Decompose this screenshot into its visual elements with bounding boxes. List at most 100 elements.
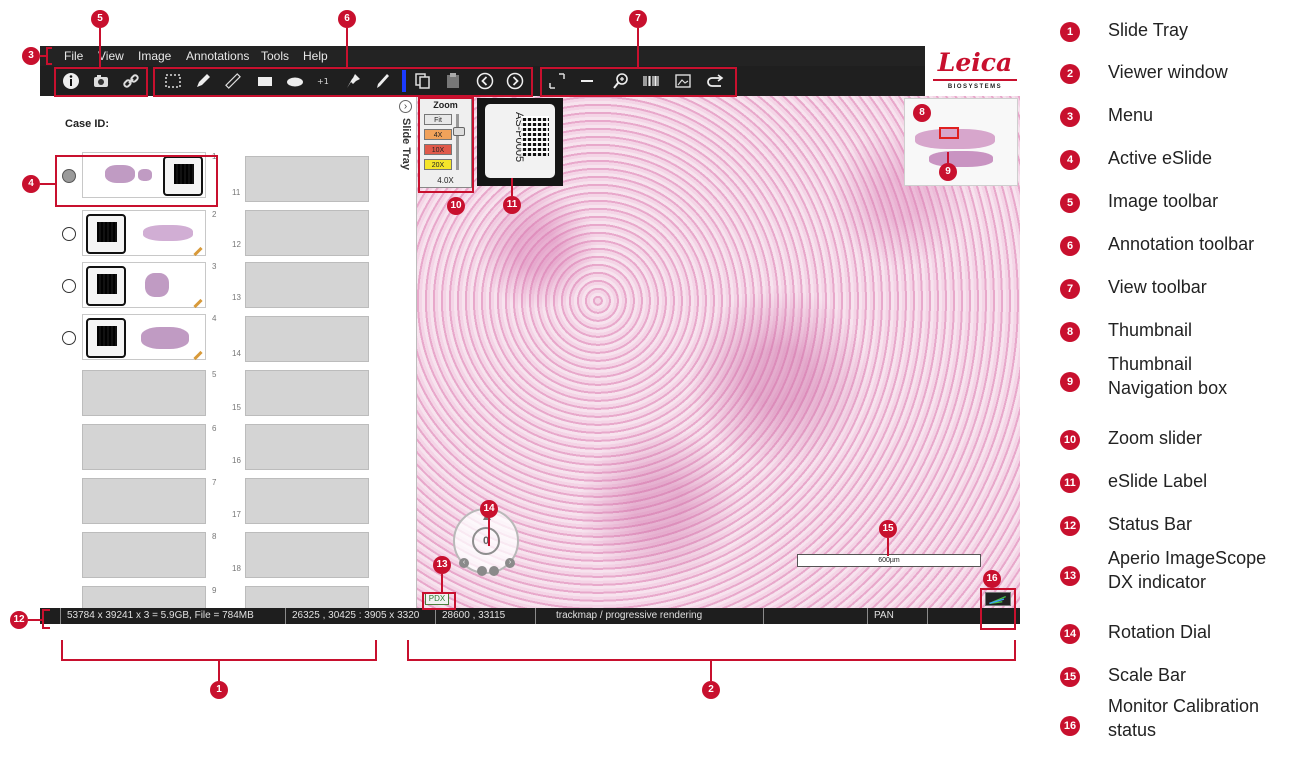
callout-7: 7: [629, 10, 647, 28]
callout-line: [710, 660, 712, 681]
slot-number: 11: [232, 188, 241, 197]
logo-subtitle: BIOSYSTEMS: [947, 84, 1003, 90]
slot-number: 16: [232, 456, 241, 465]
status-tool: PAN: [867, 608, 927, 624]
slide-slot-2[interactable]: [82, 210, 206, 257]
active-eslide-highlight: [55, 155, 218, 207]
empty-slot[interactable]: [82, 586, 206, 608]
callout-line: [99, 28, 101, 67]
callout-13: 13: [433, 556, 451, 574]
status-coordinates: 28600 , 33115: [435, 608, 535, 624]
rotation-dial[interactable]: 0 ‹ ›: [453, 508, 519, 576]
slot-number: 3: [212, 262, 217, 271]
slide-radio-4[interactable]: [62, 331, 76, 345]
empty-slot[interactable]: [82, 424, 206, 470]
slot-number: 12: [232, 240, 241, 249]
callout-4: 4: [22, 175, 40, 193]
menu-bracket: [46, 47, 52, 65]
callout-line: [218, 660, 220, 681]
callout-line: [488, 518, 490, 546]
slot-number: 14: [232, 349, 241, 358]
callout-line: [511, 178, 513, 196]
status-bar-bracket: [42, 609, 50, 629]
slide-tray-tab-label: Slide Tray: [400, 118, 412, 170]
slot-number: 4: [212, 314, 217, 323]
slide-tray-bracket: [61, 640, 377, 661]
status-bar: 53784 x 39241 x 3 = 5.9GB, File = 784MB …: [40, 608, 1020, 624]
callout-line: [947, 152, 949, 163]
empty-slot[interactable]: [245, 478, 369, 524]
callout-line: [346, 28, 348, 67]
status-empty: [763, 608, 867, 624]
empty-slot[interactable]: [245, 210, 369, 256]
collapse-icon[interactable]: ›: [399, 100, 412, 113]
slot-number: 9: [212, 586, 217, 595]
callout-line: [637, 28, 639, 67]
callout-line: [28, 619, 42, 621]
empty-slot[interactable]: [245, 424, 369, 470]
menu-file[interactable]: File: [64, 49, 83, 63]
thumbnail-navigation-box[interactable]: [939, 127, 959, 139]
empty-slot[interactable]: [245, 262, 369, 308]
qr-code-icon: [521, 116, 549, 156]
slot-number: 5: [212, 370, 217, 379]
imagescope-window: File View Image Annotations Tools Help +…: [40, 46, 1020, 630]
callout-line: [441, 574, 443, 592]
slide-radio-3[interactable]: [62, 279, 76, 293]
leica-logo: Leica BIOSYSTEMS: [925, 46, 1020, 96]
slot-number: 18: [232, 564, 241, 573]
callout-8: 8: [913, 104, 931, 122]
callout-14: 14: [480, 500, 498, 518]
empty-slot[interactable]: [82, 478, 206, 524]
callout-9: 9: [939, 163, 957, 181]
slide-tray-tab[interactable]: › Slide Tray: [398, 96, 416, 608]
callout-line: [40, 183, 55, 185]
callout-3: 3: [22, 47, 40, 65]
slide-radio-2[interactable]: [62, 227, 76, 241]
case-id-label: Case ID:: [65, 118, 110, 130]
rotation-value: 0: [472, 527, 500, 555]
logo-underline: [933, 79, 1017, 81]
annotation-toolbar-highlight: [153, 67, 533, 97]
slot-number: 8: [212, 532, 217, 541]
viewer-bracket: [407, 640, 1016, 661]
rotate-right-icon[interactable]: ›: [505, 558, 515, 568]
slide-slot-3[interactable]: [82, 262, 206, 309]
pdx-highlight: [422, 592, 456, 610]
slide-slot-4[interactable]: [82, 314, 206, 361]
empty-slot[interactable]: [245, 532, 369, 578]
slot-number: 6: [212, 424, 217, 433]
callout-5: 5: [91, 10, 109, 28]
slot-number: 2: [212, 210, 217, 219]
empty-slot[interactable]: [245, 316, 369, 362]
status-dimensions: 53784 x 39241 x 3 = 5.9GB, File = 784MB: [60, 608, 285, 624]
callout-16: 16: [983, 570, 1001, 588]
callout-11: 11: [503, 196, 521, 214]
callout-15: 15: [879, 520, 897, 538]
viewer-window[interactable]: Zoom Fit 4X 10X 20X 4.0X AS-P0005 0 ‹ › …: [417, 96, 1020, 608]
dial-dot-icon[interactable]: [477, 566, 487, 576]
view-toolbar-highlight: [540, 67, 737, 97]
menu-bar: File View Image Annotations Tools Help: [40, 46, 1020, 66]
empty-slot[interactable]: [82, 532, 206, 578]
menu-tools[interactable]: Tools: [261, 49, 289, 63]
empty-slot[interactable]: [245, 370, 369, 416]
callout-2: 2: [702, 681, 720, 699]
dial-dot-icon[interactable]: [489, 566, 499, 576]
menu-view[interactable]: View: [98, 49, 124, 63]
callout-12: 12: [10, 611, 28, 629]
status-region: 26325 , 30425 : 3905 x 3320: [285, 608, 435, 624]
callout-1: 1: [210, 681, 228, 699]
empty-slot[interactable]: [245, 586, 369, 608]
image-toolbar-highlight: [54, 67, 148, 97]
menu-annotations[interactable]: Annotations: [186, 49, 249, 63]
slot-number: 17: [232, 510, 241, 519]
rotate-left-icon[interactable]: ‹: [459, 558, 469, 568]
slot-number: 15: [232, 403, 241, 412]
menu-help[interactable]: Help: [303, 49, 328, 63]
menu-image[interactable]: Image: [138, 49, 171, 63]
scale-bar: 600µm: [797, 554, 981, 567]
slot-number: 13: [232, 293, 241, 302]
empty-slot[interactable]: [82, 370, 206, 416]
empty-slot[interactable]: [245, 156, 369, 202]
